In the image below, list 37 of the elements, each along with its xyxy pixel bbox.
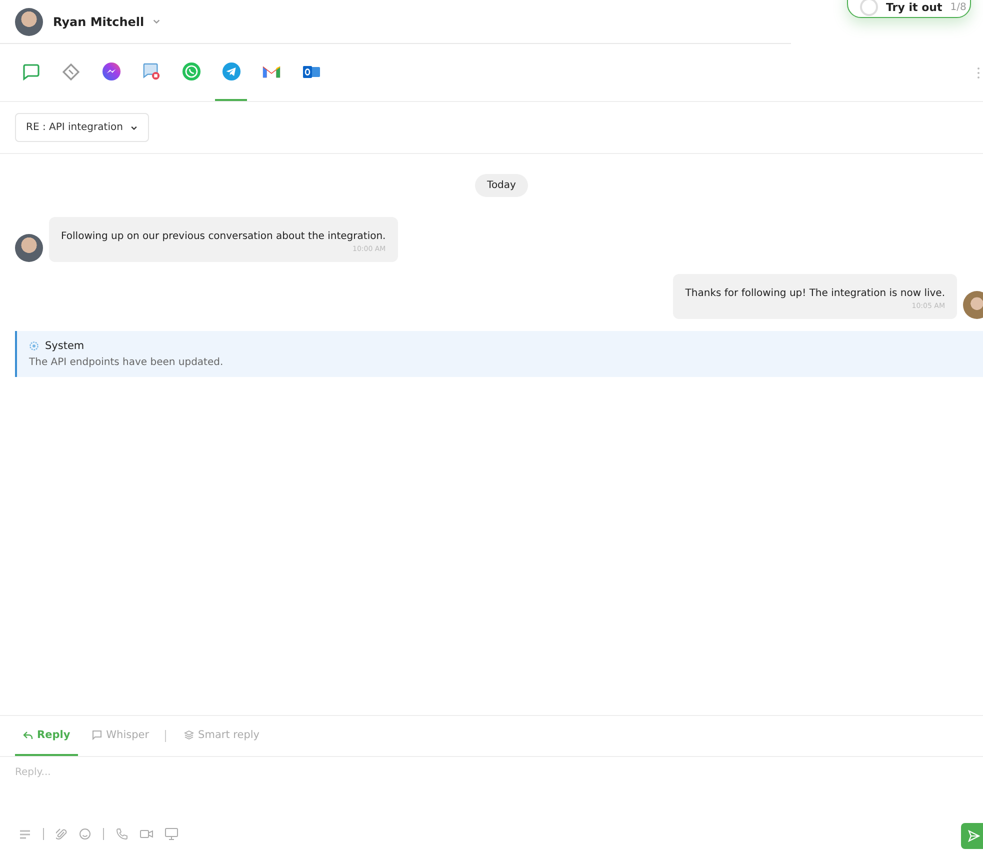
subject-dropdown[interactable]: RE : API integration <box>15 113 149 142</box>
mail-icon <box>262 64 280 79</box>
message-text: Following up on our previous conversation about the integration. <box>61 231 386 242</box>
whatsapp-icon <box>182 62 200 81</box>
monitor-icon[interactable] <box>165 828 178 840</box>
more-options-icon[interactable] <box>977 66 980 78</box>
contact-name[interactable]: Ryan Mitchell <box>53 14 144 28</box>
telegram-icon <box>222 62 240 81</box>
chevron-down-icon[interactable] <box>152 17 162 26</box>
tour-popup[interactable]: Try it out 1/8 <box>847 0 971 18</box>
phone-icon[interactable] <box>116 828 128 840</box>
chevron-down-icon <box>130 124 138 132</box>
sms-icon <box>142 62 160 81</box>
video-camera-icon[interactable] <box>140 829 153 840</box>
smiley-icon[interactable] <box>79 828 91 840</box>
circle-icon <box>860 0 878 16</box>
messenger-icon <box>102 62 120 81</box>
tour-step: 1/8 <box>950 2 966 12</box>
message-text: Thanks for following up! The integration is now live. <box>685 288 945 299</box>
chat-bubble-icon <box>22 62 40 80</box>
ticket-icon <box>62 62 80 80</box>
send-button[interactable] <box>961 822 983 849</box>
paperclip-icon[interactable] <box>56 828 67 840</box>
send-icon <box>968 830 980 842</box>
avatar <box>15 234 43 262</box>
date-divider: Today <box>475 174 528 197</box>
avatar <box>963 291 983 319</box>
text-format-icon[interactable] <box>20 830 31 839</box>
system-text: The API endpoints have been updated. <box>29 357 224 368</box>
avatar <box>15 8 43 36</box>
gear-icon <box>29 341 39 351</box>
tour-label: Try it out <box>886 0 942 14</box>
reply-arrow-icon <box>23 730 33 740</box>
outlook-icon <box>302 64 320 80</box>
layers-icon <box>184 730 194 740</box>
speech-bubble-icon <box>92 730 102 740</box>
system-title: System <box>45 340 84 352</box>
